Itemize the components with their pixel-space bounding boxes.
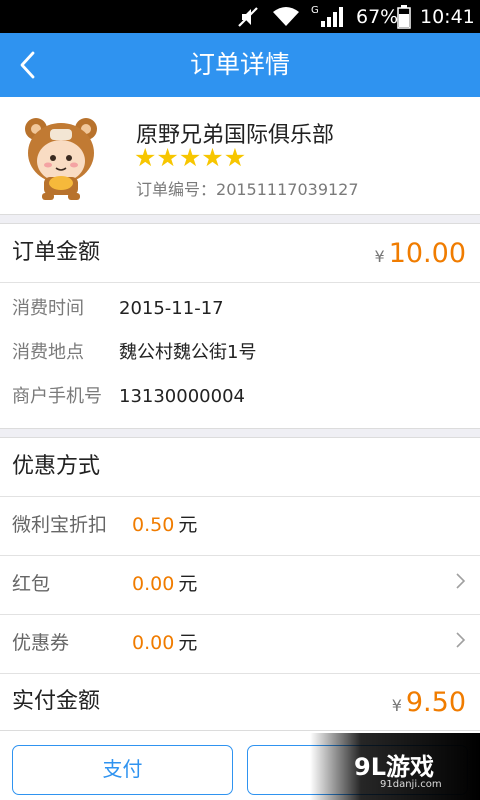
- battery-icon: [397, 0, 411, 33]
- detail-row-phone: 商户手机号 13130000004: [12, 377, 245, 417]
- chevron-right-icon: [456, 573, 466, 589]
- discount-title: 优惠方式: [12, 454, 101, 479]
- detail-value: 魏公村魏公街1号: [119, 342, 257, 363]
- nav-bar: 订单详情: [0, 33, 480, 97]
- order-number-value: 20151117039127: [216, 180, 359, 199]
- order-amount: ¥ 10.00: [375, 224, 466, 282]
- discount-value: 0.00 元: [132, 632, 198, 654]
- order-number: 订单编号：20151117039127: [136, 176, 359, 200]
- status-bar: G 67% 10:41: [0, 0, 480, 33]
- pay-button[interactable]: 支付: [12, 745, 233, 795]
- order-amount-value: 10.00: [388, 237, 466, 269]
- discount-row-redpacket[interactable]: 红包 0.00 元: [0, 555, 480, 613]
- currency-symbol: ¥: [374, 246, 385, 266]
- detail-label: 消费地点: [12, 342, 84, 363]
- watermark: 9L游戏 91danji.com: [310, 733, 480, 800]
- rating-stars: ★ ★ ★ ★ ★: [134, 145, 246, 171]
- discount-row-coupon[interactable]: 优惠券 0.00 元: [0, 614, 480, 672]
- detail-label: 商户手机号: [12, 386, 102, 407]
- discount-label: 优惠券: [12, 632, 70, 654]
- currency-symbol: ¥: [391, 695, 402, 715]
- star-icon: ★: [223, 143, 247, 172]
- signal-icon: [320, 0, 346, 33]
- back-button[interactable]: [8, 43, 48, 87]
- merchant-header: 原野兄弟国际俱乐部 ★ ★ ★ ★ ★ 订单编号：20151117039127: [0, 97, 480, 215]
- mute-icon: [236, 0, 260, 33]
- star-icon: ★: [178, 143, 202, 172]
- watermark-brand: 9L游戏: [354, 753, 434, 781]
- paid-amount-value: 9.50: [405, 686, 466, 718]
- chevron-right-icon: [456, 632, 466, 648]
- discount-value: 0.00 元: [132, 573, 198, 595]
- merchant-avatar: [22, 113, 100, 201]
- paid-amount-row: 实付金额 ¥ 9.50: [0, 673, 480, 731]
- discount-row-weilibao: 微利宝折扣 0.50 元: [0, 496, 480, 554]
- network-type: G: [311, 5, 319, 16]
- detail-value: 2015-11-17: [119, 298, 224, 319]
- detail-row-location: 消费地点 魏公村魏公街1号: [12, 333, 256, 373]
- clock: 10:41: [420, 5, 475, 28]
- detail-value: 13130000004: [119, 386, 245, 407]
- order-amount-row: 订单金额 ¥ 10.00: [0, 224, 480, 282]
- discount-label: 微利宝折扣: [12, 514, 108, 536]
- order-amount-label: 订单金额: [12, 240, 101, 265]
- order-number-label: 订单编号：: [136, 180, 217, 199]
- discount-title-row: 优惠方式: [0, 438, 480, 496]
- page-title: 订单详情: [189, 50, 290, 79]
- discount-value: 0.50 元: [132, 514, 198, 536]
- star-icon: ★: [134, 143, 157, 172]
- discount-label: 红包: [12, 573, 51, 595]
- discount-card: 优惠方式 微利宝折扣 0.50 元 红包 0.00 元 优惠券 0.00 元 实付金额…: [0, 437, 480, 731]
- wifi-icon: [272, 0, 300, 33]
- paid-amount: ¥ 9.50: [392, 673, 466, 731]
- chevron-left-icon: [20, 51, 35, 79]
- paid-amount-label: 实付金额: [12, 689, 101, 714]
- divider: [0, 282, 480, 283]
- star-icon: ★: [156, 143, 179, 172]
- detail-label: 消费时间: [12, 298, 84, 319]
- order-card: 订单金额 ¥ 10.00 消费时间 2015-11-17 消费地点 魏公村魏公街1号…: [0, 223, 480, 429]
- battery-percent: 67%: [356, 5, 399, 28]
- watermark-url: 91danji.com: [380, 779, 442, 790]
- detail-row-time: 消费时间 2015-11-17: [12, 289, 224, 329]
- star-icon: ★: [201, 143, 224, 172]
